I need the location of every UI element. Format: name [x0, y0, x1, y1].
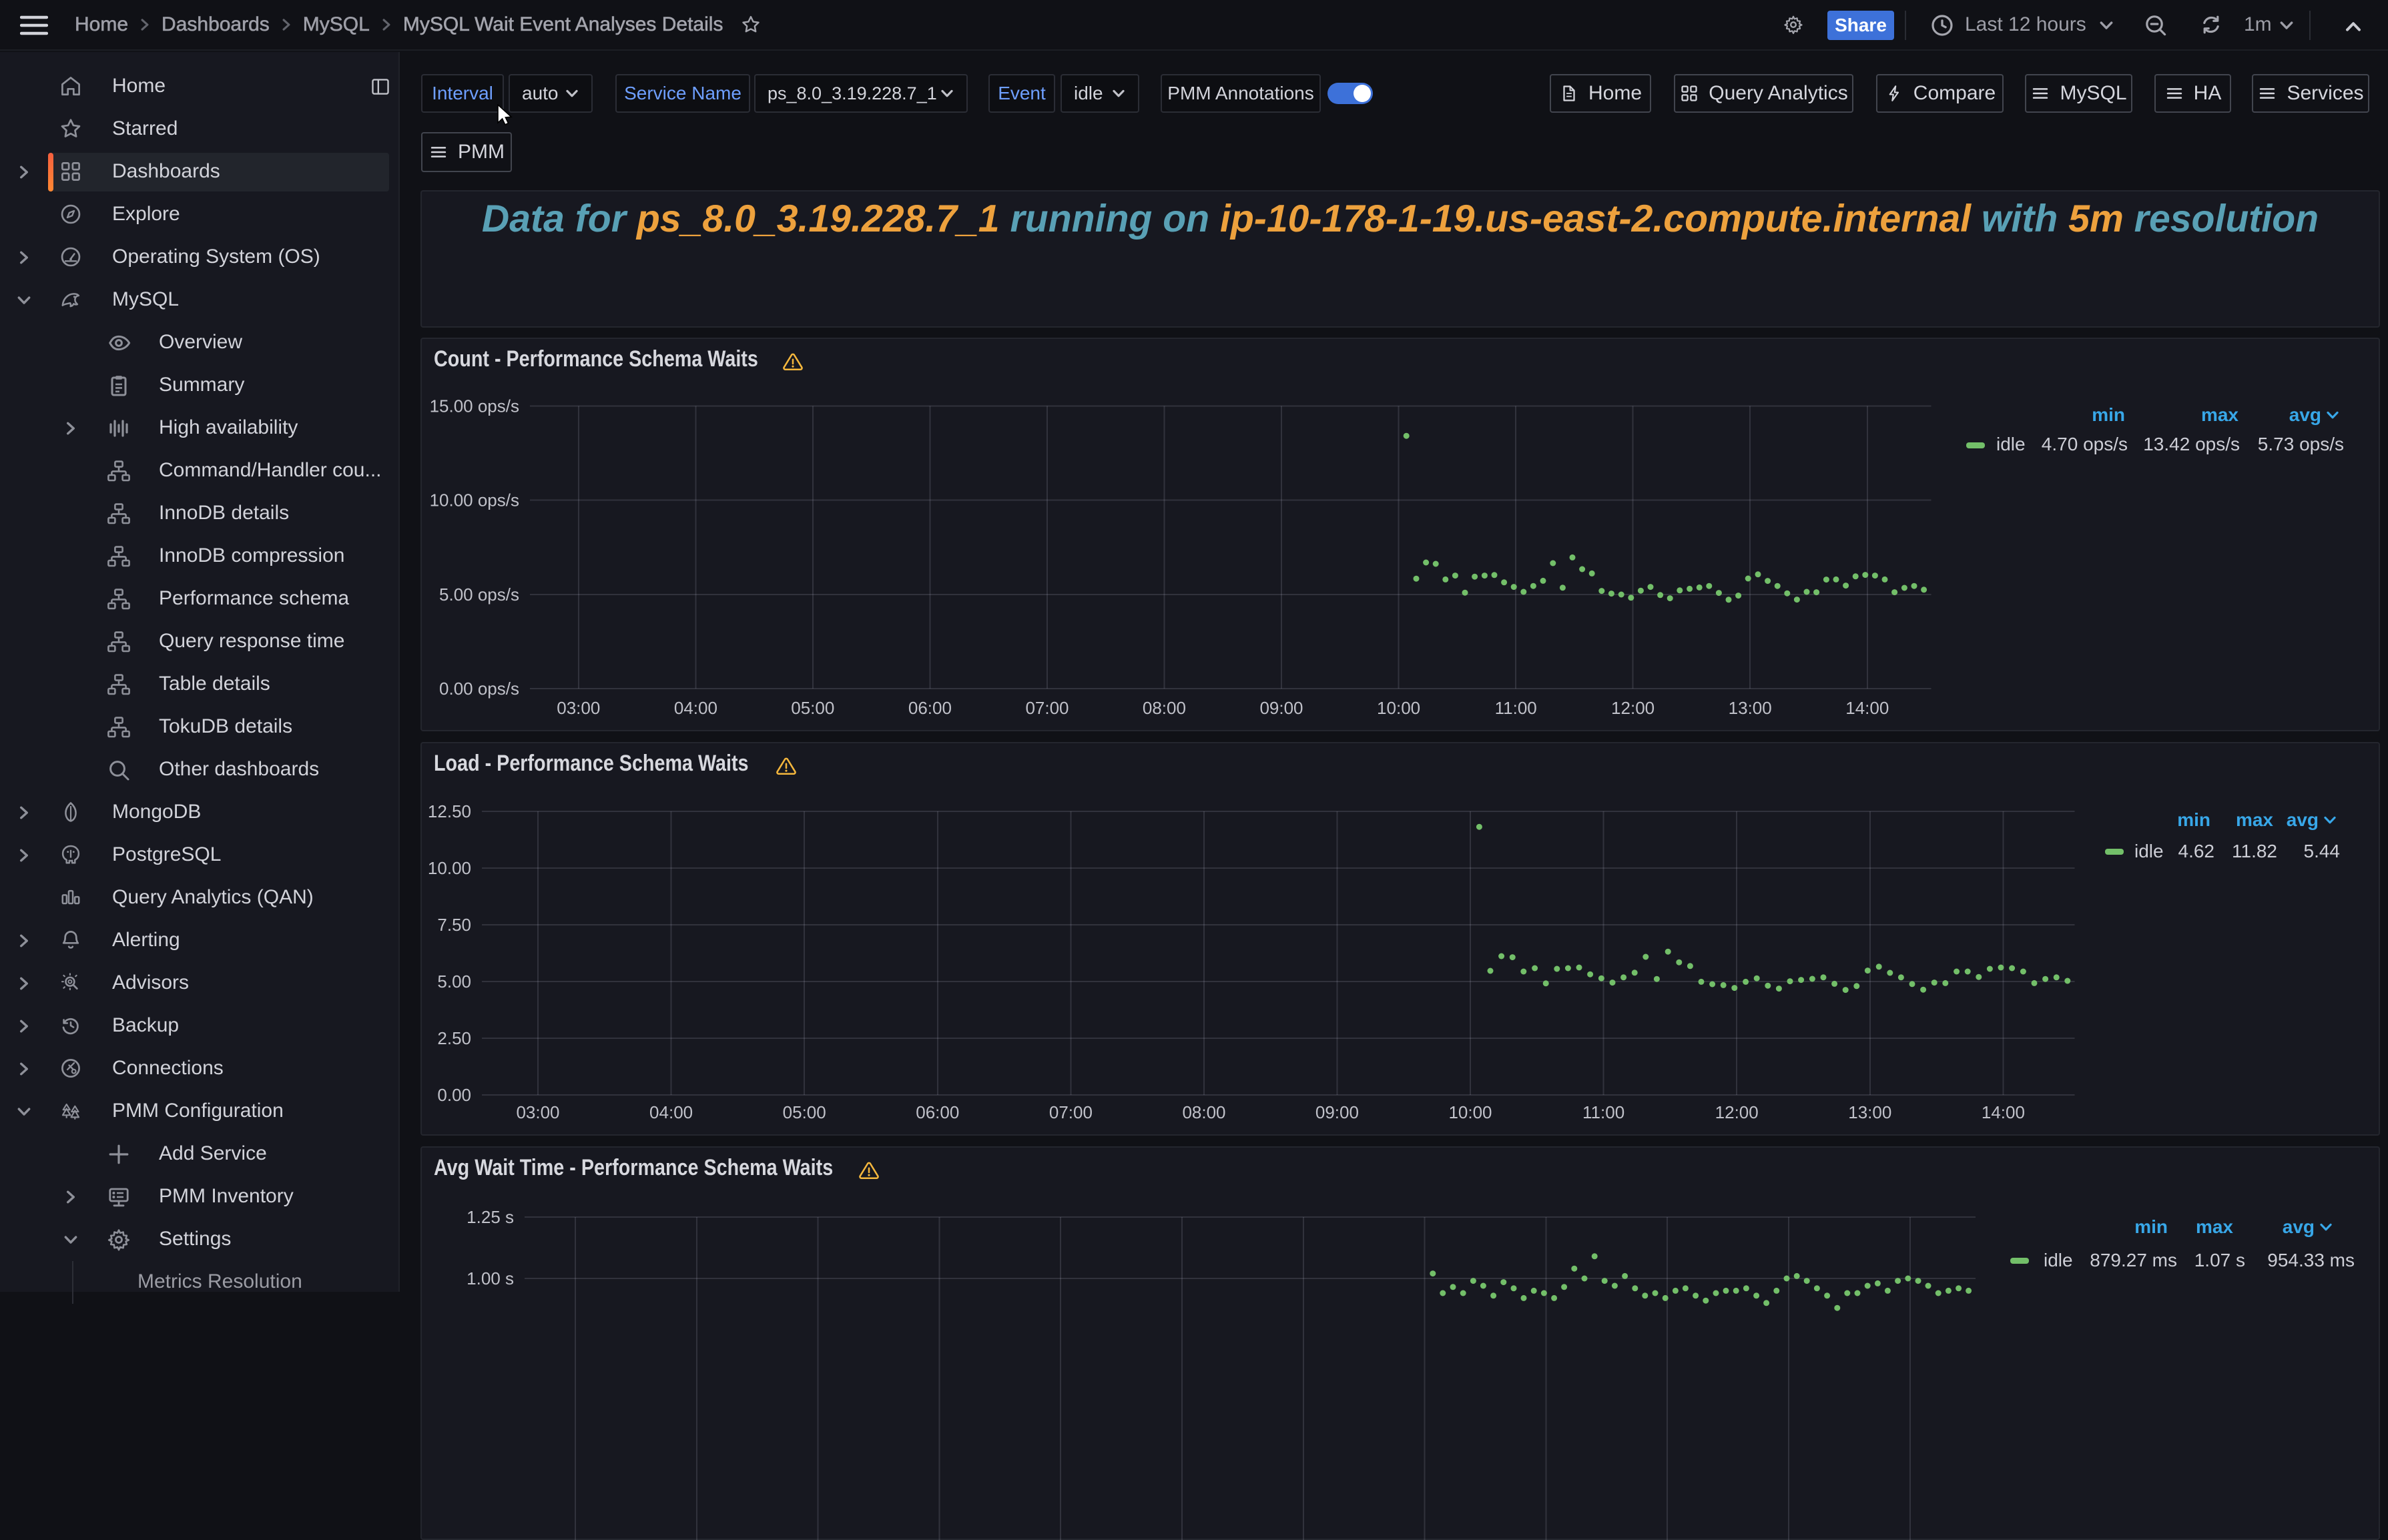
svg-text:06:00: 06:00 [908, 698, 952, 718]
svg-text:5.00: 5.00 [437, 972, 471, 992]
svg-text:09:00: 09:00 [1259, 698, 1303, 718]
svg-text:05:00: 05:00 [791, 698, 834, 718]
svg-text:12:00: 12:00 [1715, 1102, 1759, 1122]
svg-text:10:00: 10:00 [1448, 1102, 1492, 1122]
svg-text:10.00: 10.00 [428, 858, 471, 878]
svg-text:2.50: 2.50 [437, 1028, 471, 1048]
svg-text:5.00 ops/s: 5.00 ops/s [439, 585, 519, 605]
svg-text:07:00: 07:00 [1025, 698, 1069, 718]
svg-text:14:00: 14:00 [1982, 1102, 2025, 1122]
svg-text:13:00: 13:00 [1848, 1102, 1891, 1122]
svg-text:06:00: 06:00 [916, 1102, 959, 1122]
svg-text:04:00: 04:00 [649, 1102, 693, 1122]
svg-text:11:00: 11:00 [1582, 1102, 1624, 1122]
svg-text:08:00: 08:00 [1143, 698, 1186, 718]
svg-text:08:00: 08:00 [1182, 1102, 1225, 1122]
svg-text:07:00: 07:00 [1049, 1102, 1093, 1122]
svg-text:09:00: 09:00 [1315, 1102, 1359, 1122]
svg-text:0.00 ops/s: 0.00 ops/s [439, 679, 519, 699]
svg-text:04:00: 04:00 [674, 698, 717, 718]
svg-text:05:00: 05:00 [783, 1102, 826, 1122]
svg-text:12.50: 12.50 [428, 801, 471, 821]
svg-text:11:00: 11:00 [1495, 698, 1537, 718]
svg-text:03:00: 03:00 [557, 698, 600, 718]
svg-text:12:00: 12:00 [1611, 698, 1655, 718]
svg-text:14:00: 14:00 [1845, 698, 1889, 718]
svg-text:1.25 s: 1.25 s [467, 1207, 514, 1227]
svg-text:0.00: 0.00 [437, 1085, 471, 1105]
svg-text:10:00: 10:00 [1377, 698, 1420, 718]
svg-text:15.00 ops/s: 15.00 ops/s [430, 396, 519, 416]
svg-text:10.00 ops/s: 10.00 ops/s [430, 490, 519, 510]
svg-text:7.50: 7.50 [437, 915, 471, 935]
svg-text:03:00: 03:00 [516, 1102, 559, 1122]
svg-text:13:00: 13:00 [1729, 698, 1772, 718]
svg-text:1.00 s: 1.00 s [467, 1268, 514, 1288]
